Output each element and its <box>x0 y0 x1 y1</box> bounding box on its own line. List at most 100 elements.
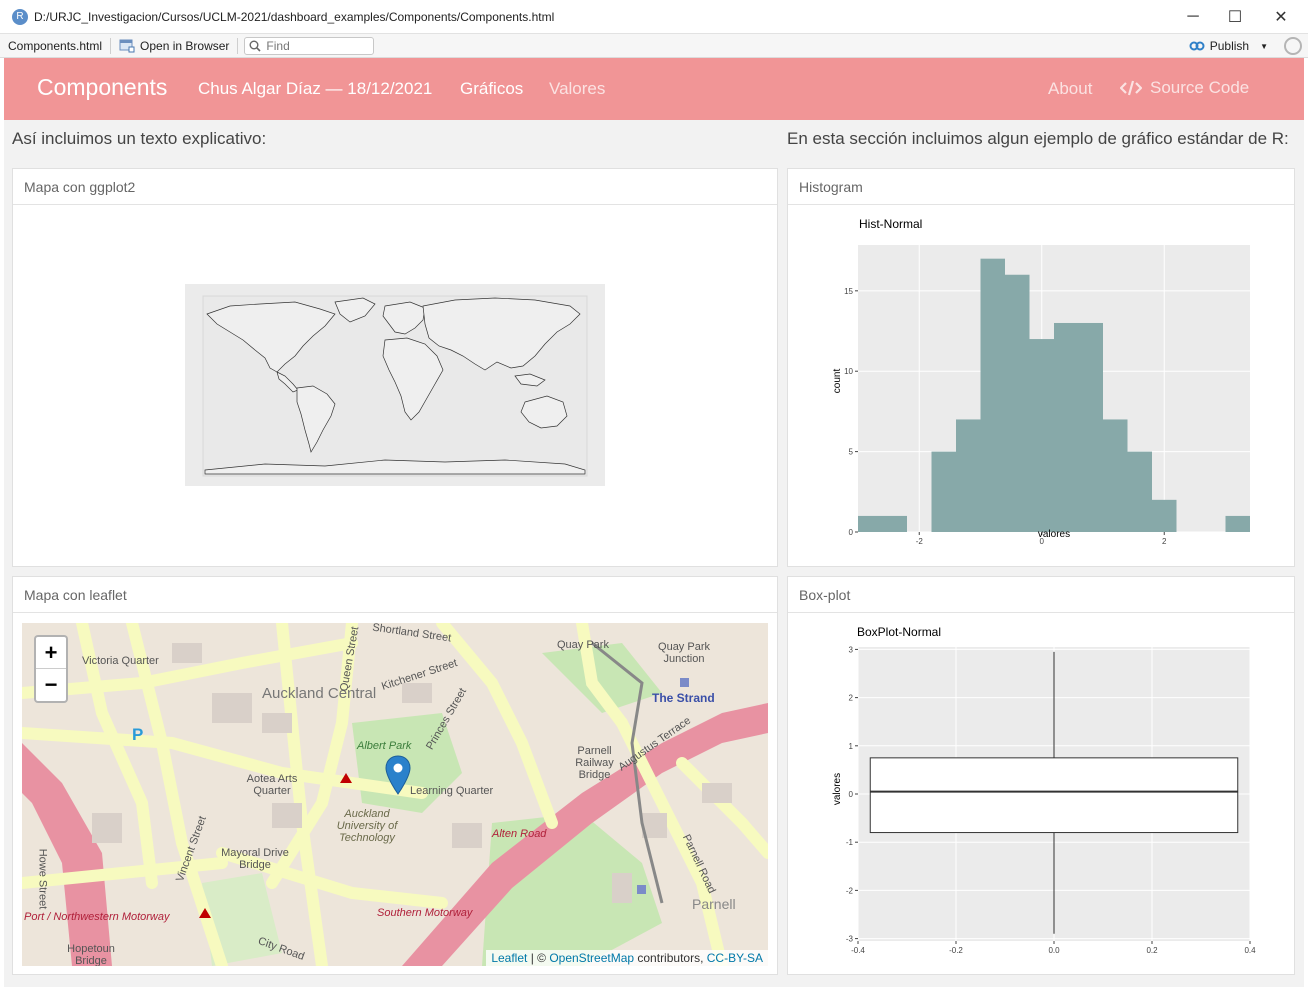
map-marker-icon[interactable] <box>385 755 411 795</box>
histogram-bar <box>931 451 956 532</box>
map-label: Howe Street <box>36 848 49 910</box>
dashboard-author: Chus Algar Díaz — 18/12/2021 <box>198 79 433 98</box>
attribution-separator: | © <box>527 951 550 965</box>
map-label: Port / Northwestern Motorway <box>24 911 170 923</box>
open-in-browser-button[interactable]: Open in Browser <box>111 34 237 58</box>
box <box>869 757 1239 834</box>
map-label: Quay Park Junction <box>658 641 710 665</box>
minimize-button[interactable]: ─ <box>1170 0 1216 34</box>
tab-valores[interactable]: Valores <box>549 79 605 99</box>
osm-link[interactable]: OpenStreetMap <box>549 951 634 965</box>
source-code-link[interactable]: Source Code <box>1120 78 1249 98</box>
histogram-bar <box>882 515 907 532</box>
leaflet-map[interactable]: P Auckland Central Victoria Quarter Aote… <box>22 623 768 966</box>
world-map-plot <box>185 284 605 486</box>
dashboard-content: Así incluimos un texto explicativo: En e… <box>4 120 1304 987</box>
station-icon <box>637 885 646 894</box>
map-label: Auckland University of Technology <box>336 808 398 844</box>
source-code-label: Source Code <box>1150 78 1250 97</box>
find-placeholder: Find <box>266 38 290 53</box>
histogram-plot: -2 0 2 051015 valores count <box>832 245 1250 546</box>
parking-icon: P <box>132 725 143 744</box>
y-tick-label: -2 <box>846 886 854 895</box>
x-tick-label: 0.2 <box>1146 946 1158 955</box>
code-icon <box>1120 80 1142 96</box>
y-tick-label: 10 <box>844 367 853 376</box>
histogram-bar <box>956 419 981 532</box>
y-tick-label: 2 <box>849 694 854 703</box>
window-title: D:/URJC_Investigacion/Cursos/UCLM-2021/d… <box>34 9 555 24</box>
x-tick-label: 0.0 <box>1048 946 1060 955</box>
y-tick-label: 3 <box>849 645 854 654</box>
y-tick-label: 5 <box>849 448 854 457</box>
y-tick-label: -1 <box>846 838 854 847</box>
open-in-browser-label: Open in Browser <box>140 38 230 53</box>
y-tick-label: 15 <box>844 287 853 296</box>
refresh-icon[interactable] <box>1284 37 1302 55</box>
histogram-bar <box>858 515 883 532</box>
search-icon <box>249 40 261 52</box>
map-label: Parnell Railway Bridge <box>575 745 614 781</box>
zoom-in-button[interactable]: + <box>36 637 66 669</box>
histogram-bar <box>1225 515 1250 532</box>
card-title: Mapa con ggplot2 <box>13 169 777 205</box>
histogram-bar <box>1054 322 1079 532</box>
x-tick-label: -0.4 <box>851 946 865 955</box>
map-label: Hopetoun Bridge <box>67 943 115 966</box>
map-label: Albert Park <box>357 740 412 752</box>
viewer-toolbar: Components.html Open in Browser Find Pub… <box>0 34 1308 58</box>
y-tick-label: 0 <box>849 790 854 799</box>
histogram-bar <box>1029 339 1054 532</box>
x-tick-label: -2 <box>916 537 924 546</box>
histogram-bar <box>1103 419 1128 532</box>
dashboard-navbar: Components Chus Algar Díaz — 18/12/2021 … <box>4 58 1304 120</box>
histogram-bar <box>980 258 1005 532</box>
histogram-bar <box>1078 322 1103 532</box>
file-tab-label: Components.html <box>8 38 103 53</box>
y-tick-label: 1 <box>849 742 854 751</box>
about-link[interactable]: About <box>1048 79 1092 99</box>
card-title: Histogram <box>788 169 1294 205</box>
zoom-control: + − <box>34 635 68 703</box>
x-tick-label: 0.4 <box>1244 946 1256 955</box>
map-label: The Strand <box>652 691 715 705</box>
station-icon <box>680 678 689 687</box>
map-label: Victoria Quarter <box>82 655 159 667</box>
close-button[interactable]: ✕ <box>1258 0 1304 34</box>
x-tick-label: 2 <box>1162 537 1167 546</box>
card-title: Mapa con leaflet <box>13 577 777 613</box>
intro-right-text: En esta sección incluimos algun ejemplo … <box>787 129 1289 148</box>
card-title: Box-plot <box>788 577 1294 613</box>
publish-button[interactable]: Publish ▼ <box>1189 34 1268 58</box>
tab-graficos[interactable]: Gráficos <box>460 79 523 99</box>
map-label: Mayoral Drive Bridge <box>221 847 289 871</box>
histogram-bar <box>1127 451 1152 532</box>
intro-left-text: Así incluimos un texto explicativo: <box>12 129 267 148</box>
window-titlebar: R D:/URJC_Investigacion/Cursos/UCLM-2021… <box>0 0 1308 34</box>
publish-label: Publish <box>1209 39 1250 53</box>
map-label: Learning Quarter <box>410 785 494 797</box>
chevron-down-icon: ▼ <box>1260 41 1268 51</box>
toolbar-divider <box>237 37 239 54</box>
maximize-button[interactable]: ☐ <box>1212 0 1258 34</box>
histogram-bar <box>1005 274 1030 532</box>
zoom-out-button[interactable]: − <box>36 669 66 701</box>
map-label: Southern Motorway <box>377 907 473 919</box>
ggplot-map-card: Mapa con ggplot2 <box>12 168 778 567</box>
file-tab[interactable]: Components.html <box>0 34 110 58</box>
y-tick-label: -3 <box>846 935 854 944</box>
map-attribution: Leaflet | © OpenStreetMap contributors, … <box>486 950 768 966</box>
map-label: Parnell <box>692 896 736 912</box>
license-link[interactable]: CC-BY-SA <box>707 951 763 965</box>
leaflet-map-card: Mapa con leaflet P Auckland Central Vict… <box>12 576 778 975</box>
find-input[interactable]: Find <box>244 36 375 55</box>
leaflet-link[interactable]: Leaflet <box>491 951 527 965</box>
boxplot-card: Box-plot BoxPlot-Normal -0.4 -0.2 0.0 0.2 0.… <box>787 576 1295 975</box>
boxplot-plot: -0.4 -0.2 0.0 0.2 0.4 -3 -2 -1 0 1 2 3 valores <box>832 645 1256 955</box>
map-label: Alten Road <box>492 828 547 840</box>
y-tick-label: 0 <box>849 528 854 537</box>
x-tick-label: -0.2 <box>949 946 963 955</box>
map-label: Quay Park <box>557 639 609 651</box>
y-axis-title: valores <box>832 773 843 805</box>
map-label: Auckland Central <box>262 685 377 702</box>
